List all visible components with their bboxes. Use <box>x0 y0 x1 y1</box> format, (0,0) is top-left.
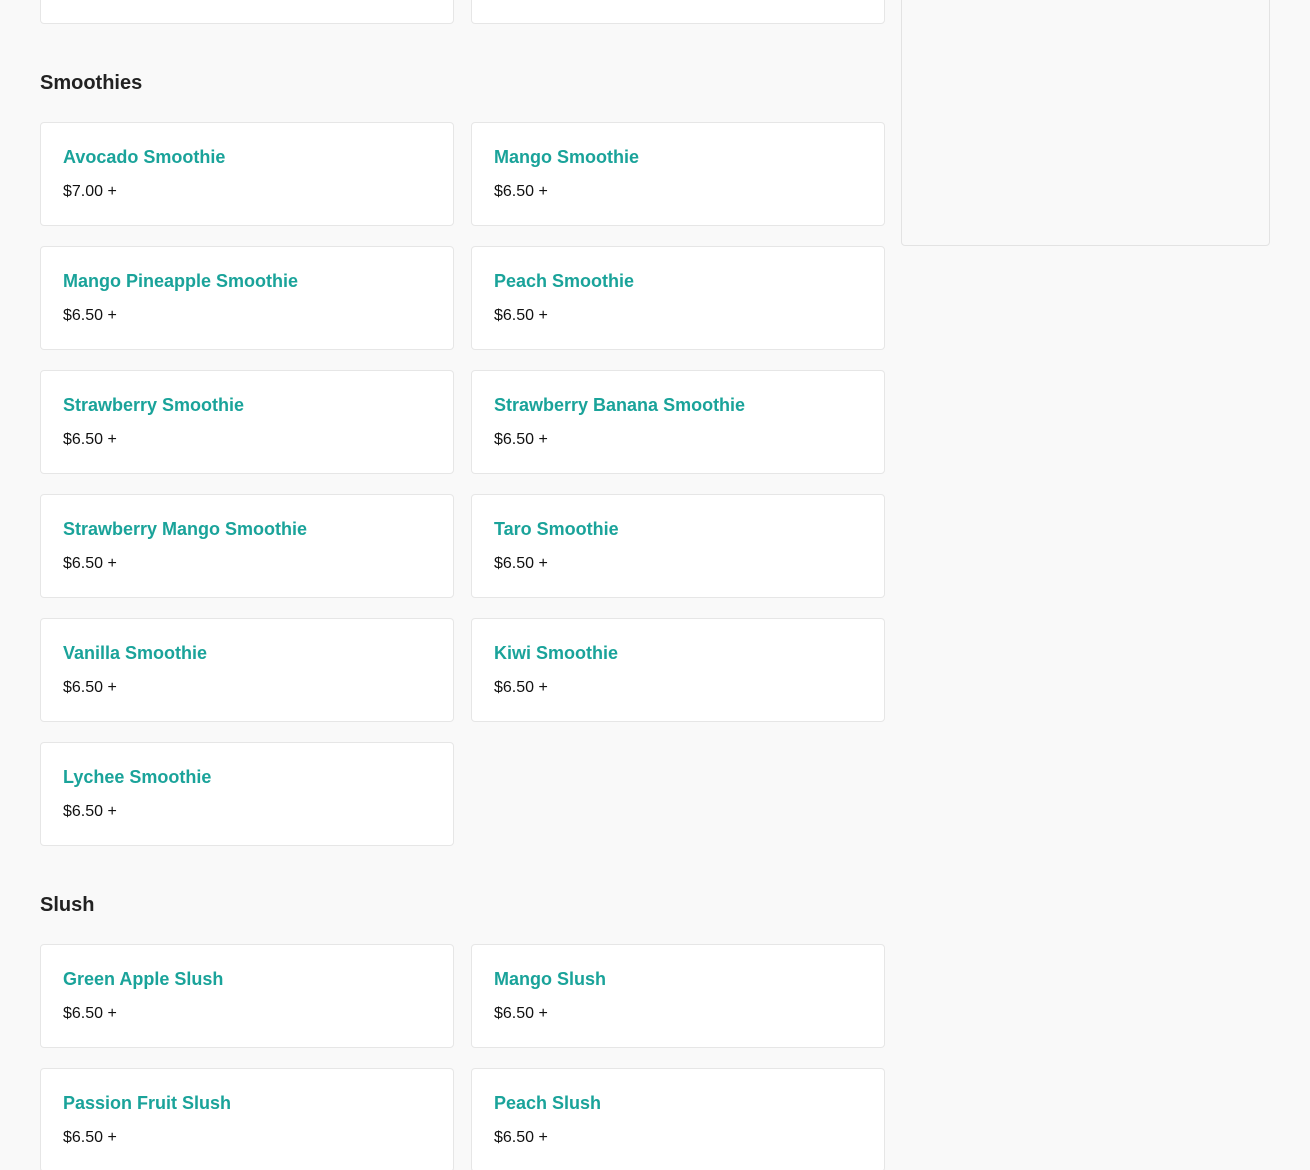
menu-item-name[interactable]: Mango Smoothie <box>494 147 639 168</box>
menu-item-card[interactable]: Peach Smoothie $6.50 + <box>471 246 885 350</box>
menu-item-card[interactable]: Passion Fruit Slush $6.50 + <box>40 1068 454 1170</box>
menu-item-card[interactable]: Avocado Smoothie $7.00 + <box>40 122 454 226</box>
menu-item-card[interactable]: Strawberry Mango Smoothie $6.50 + <box>40 494 454 598</box>
menu-item-price: $6.50 + <box>63 803 117 820</box>
menu-item-name[interactable]: Strawberry Smoothie <box>63 395 244 416</box>
menu-item-name[interactable]: Lychee Smoothie <box>63 767 211 788</box>
menu-item-price: $6.50 + <box>63 555 117 572</box>
menu-item-price: $6.50 + <box>494 307 548 324</box>
menu-item-price: $6.50 + <box>63 1129 117 1146</box>
menu-item-card[interactable]: Strawberry Banana Smoothie $6.50 + <box>471 370 885 474</box>
menu-item-card[interactable]: Peach Slush $6.50 + <box>471 1068 885 1170</box>
menu-item-card-partial[interactable] <box>471 0 885 24</box>
menu-item-price: $6.50 + <box>494 555 548 572</box>
menu-item-name[interactable]: Vanilla Smoothie <box>63 643 207 664</box>
menu-item-price: $6.50 + <box>63 307 117 324</box>
order-side-panel <box>901 0 1270 246</box>
menu-item-name[interactable]: Green Apple Slush <box>63 969 223 990</box>
menu-item-card[interactable]: Vanilla Smoothie $6.50 + <box>40 618 454 722</box>
menu-item-card[interactable]: Mango Smoothie $6.50 + <box>471 122 885 226</box>
menu-item-name[interactable]: Mango Pineapple Smoothie <box>63 271 298 292</box>
menu-item-name[interactable]: Mango Slush <box>494 969 606 990</box>
menu-item-price: $6.50 + <box>494 431 548 448</box>
menu-item-price: $6.50 + <box>494 183 548 200</box>
menu-item-name[interactable]: Avocado Smoothie <box>63 147 225 168</box>
menu-item-card-partial[interactable] <box>40 0 454 24</box>
menu-item-name[interactable]: Peach Smoothie <box>494 271 634 292</box>
menu-item-card[interactable]: Green Apple Slush $6.50 + <box>40 944 454 1048</box>
menu-item-name[interactable]: Passion Fruit Slush <box>63 1093 231 1114</box>
menu-item-price: $6.50 + <box>494 1129 548 1146</box>
section-title-slush: Slush <box>40 894 95 916</box>
menu-page: Smoothies Avocado Smoothie $7.00 + Mango… <box>0 0 1310 1170</box>
menu-item-price: $6.50 + <box>63 1005 117 1022</box>
menu-item-name[interactable]: Strawberry Mango Smoothie <box>63 519 307 540</box>
menu-item-card[interactable]: Lychee Smoothie $6.50 + <box>40 742 454 846</box>
menu-item-price: $7.00 + <box>63 183 117 200</box>
section-title-smoothies: Smoothies <box>40 72 143 94</box>
menu-item-card[interactable]: Mango Pineapple Smoothie $6.50 + <box>40 246 454 350</box>
menu-item-price: $6.50 + <box>63 431 117 448</box>
menu-item-price: $6.50 + <box>494 679 548 696</box>
menu-item-name[interactable]: Strawberry Banana Smoothie <box>494 395 745 416</box>
menu-item-card[interactable]: Kiwi Smoothie $6.50 + <box>471 618 885 722</box>
menu-item-price: $6.50 + <box>63 679 117 696</box>
menu-item-card[interactable]: Taro Smoothie $6.50 + <box>471 494 885 598</box>
menu-item-name[interactable]: Taro Smoothie <box>494 519 619 540</box>
menu-item-card[interactable]: Mango Slush $6.50 + <box>471 944 885 1048</box>
menu-item-name[interactable]: Kiwi Smoothie <box>494 643 618 664</box>
menu-item-name[interactable]: Peach Slush <box>494 1093 601 1114</box>
menu-item-card[interactable]: Strawberry Smoothie $6.50 + <box>40 370 454 474</box>
menu-item-price: $6.50 + <box>494 1005 548 1022</box>
